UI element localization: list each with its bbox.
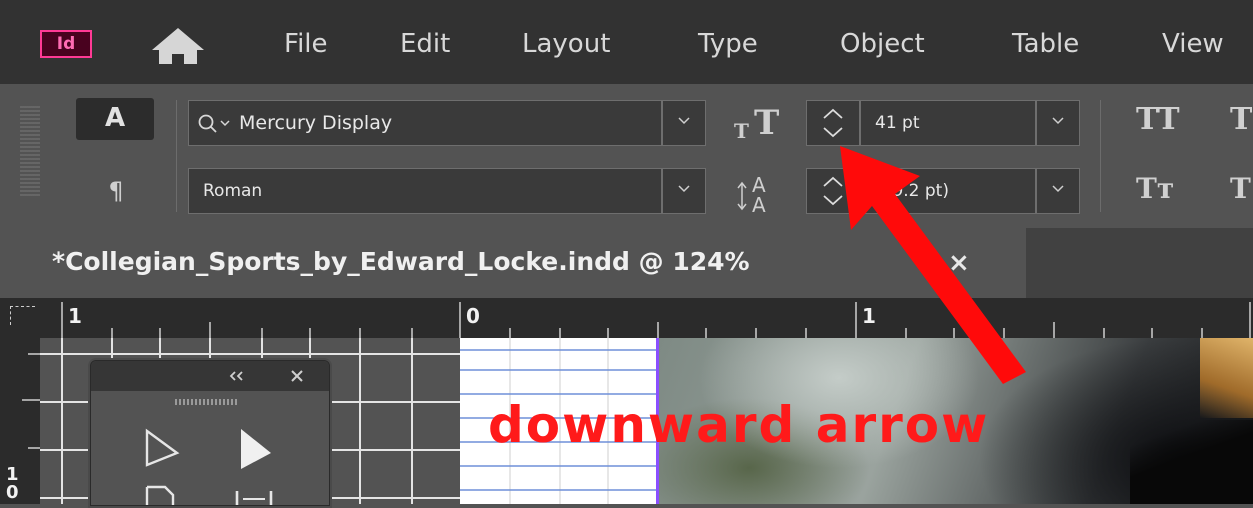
horizontal-ruler[interactable]: 1 0 1 bbox=[0, 298, 1253, 338]
menu-object[interactable]: Object bbox=[840, 28, 925, 60]
panel-grip[interactable] bbox=[175, 399, 239, 405]
tools-panel-header[interactable] bbox=[91, 361, 329, 391]
chevron-down-icon bbox=[678, 185, 690, 193]
tools-panel-body bbox=[91, 391, 329, 505]
ruler-origin[interactable] bbox=[10, 306, 35, 325]
menu-layout[interactable]: Layout bbox=[522, 28, 610, 60]
font-size-field[interactable]: 41 pt bbox=[860, 100, 1036, 146]
chevron-down-icon bbox=[678, 117, 690, 125]
gap-tool-icon[interactable] bbox=[231, 485, 277, 505]
font-style-field[interactable]: Roman bbox=[188, 168, 662, 214]
font-size-dropdown[interactable] bbox=[1036, 100, 1080, 146]
vertical-ruler[interactable]: 1 0 bbox=[0, 338, 40, 504]
font-size-icon: T T bbox=[734, 104, 779, 142]
svg-text:T: T bbox=[734, 119, 749, 142]
font-family-dropdown[interactable] bbox=[662, 100, 706, 146]
menu-bar: Id File Edit Layout Type Object Table Vi… bbox=[0, 0, 1253, 84]
small-caps-button[interactable]: Tт bbox=[1136, 168, 1174, 210]
all-caps-button[interactable]: TT bbox=[1136, 100, 1180, 140]
ruler-ticks bbox=[61, 302, 1251, 338]
chevron-down-icon bbox=[1052, 117, 1064, 125]
menu-file[interactable]: File bbox=[284, 28, 328, 60]
ruler-label: 1 bbox=[862, 304, 876, 328]
leading-value: (49.2 pt) bbox=[875, 181, 949, 201]
ruler-label: 0 bbox=[466, 304, 480, 328]
menu-view[interactable]: View bbox=[1162, 28, 1224, 60]
page-tool-icon[interactable] bbox=[141, 485, 183, 505]
leading-icon: A A bbox=[737, 173, 766, 214]
font-style-value: Roman bbox=[203, 181, 263, 201]
chevron-down-icon bbox=[1052, 185, 1064, 193]
document-tab[interactable]: *Collegian_Sports_by_Edward_Locke.indd @… bbox=[0, 228, 1026, 298]
collapse-icon[interactable] bbox=[227, 369, 251, 383]
selection-tool-icon[interactable] bbox=[231, 425, 277, 473]
tools-panel[interactable] bbox=[90, 360, 330, 506]
search-icon bbox=[198, 114, 230, 133]
document-tab-title: *Collegian_Sports_by_Edward_Locke.indd @… bbox=[52, 247, 750, 276]
panel-grip[interactable] bbox=[20, 106, 40, 198]
spinner-icon bbox=[823, 108, 843, 138]
close-icon[interactable] bbox=[289, 369, 305, 383]
spinner-icon bbox=[823, 176, 843, 206]
home-icon[interactable] bbox=[148, 22, 208, 68]
svg-text:A: A bbox=[752, 193, 766, 214]
divider bbox=[1100, 100, 1101, 212]
superscript-button[interactable]: T bbox=[1230, 100, 1252, 140]
paragraph-formatting-button[interactable]: ¶ bbox=[96, 170, 136, 212]
control-panel: A ¶ Mercury Display Roman T T A A 41 pt … bbox=[0, 86, 1253, 228]
leading-dropdown[interactable] bbox=[1036, 168, 1080, 214]
indesign-logo[interactable]: Id bbox=[40, 30, 92, 58]
photo-highlight bbox=[1200, 338, 1253, 418]
subscript-button[interactable]: T bbox=[1230, 168, 1251, 210]
font-size-spinner[interactable] bbox=[806, 100, 860, 146]
font-style-dropdown[interactable] bbox=[662, 168, 706, 214]
font-family-field[interactable]: Mercury Display bbox=[188, 100, 662, 146]
leading-field[interactable]: (49.2 pt) bbox=[860, 168, 1036, 214]
menu-type[interactable]: Type bbox=[698, 28, 758, 60]
font-family-value: Mercury Display bbox=[239, 112, 393, 134]
ruler-label: 1 bbox=[68, 304, 82, 328]
divider bbox=[176, 100, 177, 212]
svg-text:T: T bbox=[754, 104, 779, 142]
character-formatting-button[interactable]: A bbox=[76, 98, 154, 140]
document-tab-strip: *Collegian_Sports_by_Edward_Locke.indd @… bbox=[0, 228, 1253, 298]
photo-shadow bbox=[1130, 420, 1253, 504]
font-size-value: 41 pt bbox=[875, 113, 920, 133]
leading-spinner[interactable] bbox=[806, 168, 860, 214]
annotation-label: downward arrow bbox=[488, 396, 990, 454]
menu-table[interactable]: Table bbox=[1012, 28, 1079, 60]
ruler-label: 0 bbox=[6, 482, 19, 503]
close-icon[interactable]: × bbox=[948, 246, 970, 280]
direct-selection-tool-icon[interactable] bbox=[141, 425, 183, 473]
menu-edit[interactable]: Edit bbox=[400, 28, 450, 60]
